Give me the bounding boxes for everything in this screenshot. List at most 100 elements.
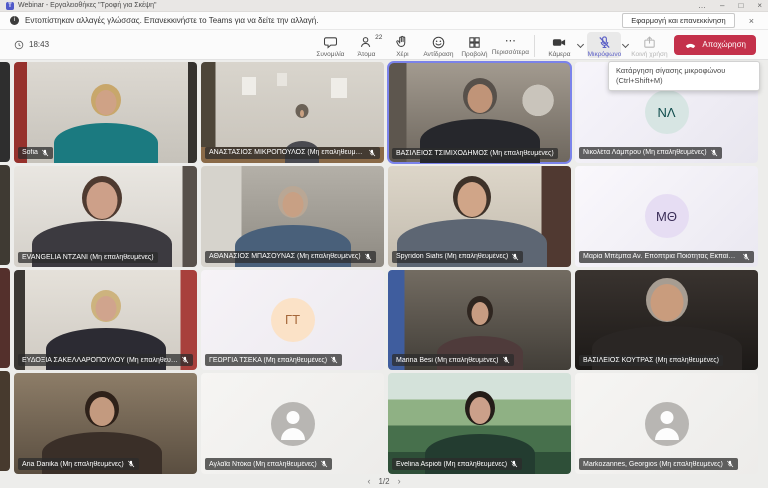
avatar: ΜΘ: [645, 194, 689, 238]
avatar-tile-mpempa[interactable]: ΜΘ Μαρία Μπέμπα Αν. Επόπτρια Ποιότητας Ε…: [575, 166, 758, 267]
video-tile-mikropoulos[interactable]: ΑΝΑΣΤΑΣΙΟΣ ΜΙΚΡΟΠΟΥΛΟΣ (Μη επαληθευμένες…: [201, 62, 384, 163]
participant-name: Evelina Aspioti (Μη επαληθευμένες): [396, 461, 507, 468]
participant-name-pill: Νικολέτα Λάμπρου (Μη επαληθευμένες): [579, 147, 722, 159]
participant-name: Αγλαΐα Ντόκα (Μη επαληθευμένες): [209, 461, 317, 468]
video-tile-ntzani[interactable]: EVANGELIA NTZANI (Μη επαληθευμένες): [14, 166, 197, 267]
more-label: Περισσότερα: [492, 49, 529, 56]
window-more-button[interactable]: …: [698, 2, 706, 10]
video-tile-koutras[interactable]: ΒΑΣΙΛΕΙΟΣ ΚΟΥΤΡΑΣ (Μη επαληθευμένες): [575, 270, 758, 371]
participant-name: ΕΥΔΟΞΙΑ ΣΑΚΕΛΛΑΡΟΠΟΥΛΟΥ (Μη επαληθευμένε…: [22, 357, 178, 364]
share-label: Κοινή χρήση: [631, 51, 667, 58]
page-indicator: 1/2: [378, 477, 389, 486]
mic-muted-icon: [511, 253, 519, 261]
participant-name-pill: Markozannes, Georgios (Μη επαληθευμένες): [579, 458, 738, 470]
participant-name: ΑΝΑΣΤΑΣΙΟΣ ΜΙΚΡΟΠΟΥΛΟΣ (Μη επαληθευμένες…: [209, 149, 365, 156]
avatar-initials: ΜΘ: [656, 209, 677, 224]
more-button[interactable]: ⋯ Περισσότερα: [493, 32, 527, 56]
chat-icon: [323, 35, 338, 50]
meeting-timer: 18:43: [14, 40, 49, 50]
participant-name-pill: ΒΑΣΙΛΕΙΟΣ ΚΟΥΤΡΑΣ (Μη επαληθευμένες): [579, 355, 723, 366]
info-icon: i: [10, 16, 19, 25]
react-label: Αντίδραση: [423, 51, 453, 58]
mic-muted-icon: [181, 356, 189, 364]
avatar-tile-markozannes[interactable]: Markozannes, Georgios (Μη επαληθευμένες): [575, 373, 758, 474]
mic-muted-icon: [364, 253, 372, 261]
participant-name-pill: Μαρία Μπέμπα Αν. Επόπτρια Ποιότητας Εκπα…: [579, 251, 754, 263]
titlebar: T Webinar - Εργαλειοθήκες "Τροφή για Σκέ…: [0, 0, 768, 12]
video-tile-tsimichodimos-active-speaker[interactable]: ΒΑΣΙΛΕΙΟΣ ΤΣΙΜΙΧΟΔΗΜΟΣ (Μη επαληθευμένες…: [388, 62, 571, 163]
view-button[interactable]: Προβολή: [457, 32, 491, 58]
avatar-tile-ntoka[interactable]: Αγλαΐα Ντόκα (Μη επαληθευμένες): [201, 373, 384, 474]
mic-muted-icon: [368, 149, 376, 157]
meeting-toolbar: 18:43 Συνομιλία 22 Άτομα: [0, 30, 768, 60]
participant-name: ΓΕΩΡΓΙΑ ΤΣΕΚΑ (Μη επαληθευμένες): [209, 357, 327, 364]
participant-name: Spyridon Siafis (Μη επαληθευμένες): [396, 253, 508, 260]
participant-name: Markozannes, Georgios (Μη επαληθευμένες): [583, 461, 723, 468]
clock-icon: [14, 40, 24, 50]
avatar: ΝΛ: [645, 90, 689, 134]
apply-and-restart-button[interactable]: Εφαρμογή και επανεκκίνηση: [622, 13, 734, 28]
mic-muted-icon: [330, 356, 338, 364]
more-ellipsis-icon: ⋯: [505, 35, 516, 48]
video-tile-mpasounas[interactable]: ΑΘΑΝΑΣΙΟΣ ΜΠΑΣΟΥΝΑΣ (Μη επαληθευμένες): [201, 166, 384, 267]
participant-name: ΒΑΣΙΛΕΙΟΣ ΤΣΙΜΙΧΟΔΗΜΟΣ (Μη επαληθευμένες…: [396, 150, 554, 157]
video-tile-siafis[interactable]: Spyridon Siafis (Μη επαληθευμένες): [388, 166, 571, 267]
avatar: ΓΤ: [271, 298, 315, 342]
participant-name-pill: Αγλαΐα Ντόκα (Μη επαληθευμένες): [205, 458, 332, 470]
video-tile-besi[interactable]: Marina Besi (Μη επαληθευμένες): [388, 270, 571, 371]
minimize-button[interactable]: –: [720, 2, 724, 10]
people-button[interactable]: 22 Άτομα: [349, 32, 383, 58]
participant-name: Marina Besi (Μη επαληθευμένες): [396, 357, 499, 364]
participant-name-pill: Spyridon Siafis (Μη επαληθευμένες): [392, 251, 523, 263]
mic-label: Μικρόφωνο: [588, 51, 622, 58]
avatar-initials: ΝΛ: [657, 105, 675, 120]
share-icon: [642, 35, 657, 50]
view-grid-icon: [467, 35, 482, 50]
participant-name: ΑΘΑΝΑΣΙΟΣ ΜΠΑΣΟΥΝΑΣ (Μη επαληθευμένες): [209, 253, 361, 260]
participant-name-pill: Evelina Aspioti (Μη επαληθευμένες): [392, 458, 522, 470]
camera-label: Κάμερα: [548, 51, 570, 58]
teams-logo-icon: T: [6, 2, 14, 10]
mic-muted-icon: [127, 460, 135, 468]
meeting-time: 18:43: [29, 40, 49, 49]
video-tile-sofia[interactable]: Sofia: [14, 62, 197, 163]
react-button[interactable]: Αντίδραση: [421, 32, 455, 58]
leave-button[interactable]: Αποχώρηση: [674, 35, 756, 55]
video-tile-sakellaropoulou[interactable]: ΕΥΔΟΞΙΑ ΣΑΚΕΛΛΑΡΟΠΟΥΛΟΥ (Μη επαληθευμένε…: [14, 270, 197, 371]
mic-muted-icon: [41, 149, 49, 157]
participant-name-pill: ΑΝΑΣΤΑΣΙΟΣ ΜΙΚΡΟΠΟΥΛΟΣ (Μη επαληθευμένες…: [205, 147, 380, 159]
toolbar-buttons: Συνομιλία 22 Άτομα Χέρι: [313, 32, 760, 58]
offscreen-tile-sliver: [0, 268, 10, 368]
mic-chevron-down-icon[interactable]: [622, 40, 629, 47]
people-label: Άτομα: [357, 51, 375, 58]
tooltip-line1: Κατάργηση σίγασης μικροφώνου: [616, 66, 752, 76]
view-label: Προβολή: [461, 51, 487, 58]
react-smiley-icon: [431, 35, 446, 50]
participant-name-pill: ΓΕΩΡΓΙΑ ΤΣΕΚΑ (Μη επαληθευμένες): [205, 354, 342, 366]
page-next-icon[interactable]: ›: [398, 476, 401, 486]
raise-hand-button[interactable]: Χέρι: [385, 32, 419, 58]
camera-button[interactable]: Κάμερα: [542, 32, 576, 58]
chat-button[interactable]: Συνομιλία: [313, 32, 347, 58]
page-prev-icon[interactable]: ‹: [367, 476, 370, 486]
leave-label: Αποχώρηση: [702, 40, 746, 49]
video-tile-aspioti[interactable]: Evelina Aspioti (Μη επαληθευμένες): [388, 373, 571, 474]
close-button[interactable]: ×: [757, 2, 762, 10]
maximize-button[interactable]: □: [738, 2, 743, 10]
video-tile-danika[interactable]: Aria Danika (Μη επαληθευμένες): [14, 373, 197, 474]
participant-name-pill: EVANGELIA NTZANI (Μη επαληθευμένες): [18, 252, 158, 263]
participant-name: Νικολέτα Λάμπρου (Μη επαληθευμένες): [583, 149, 707, 156]
toolbar-divider: [534, 35, 535, 57]
avatar-tile-tseka[interactable]: ΓΤ ΓΕΩΡΓΙΑ ΤΣΕΚΑ (Μη επαληθευμένες): [201, 270, 384, 371]
participant-name: ΒΑΣΙΛΕΙΟΣ ΚΟΥΤΡΑΣ (Μη επαληθευμένες): [583, 357, 719, 364]
camera-chevron-down-icon[interactable]: [577, 40, 584, 47]
offscreen-tile-sliver: [0, 62, 10, 162]
notification-close-icon[interactable]: ×: [741, 16, 758, 26]
mic-button[interactable]: Μικρόφωνο: [587, 32, 621, 58]
share-button: Κοινή χρήση: [632, 32, 666, 58]
mic-muted-icon: [510, 460, 518, 468]
participant-name-pill: ΒΑΣΙΛΕΙΟΣ ΤΣΙΜΙΧΟΔΗΜΟΣ (Μη επαληθευμένες…: [392, 148, 558, 159]
participant-name: Μαρία Μπέμπα Αν. Επόπτρια Ποιότητας Εκπα…: [583, 253, 739, 260]
video-gallery: Sofia ΑΝΑΣΤΑΣΙΟΣ ΜΙΚΡΟΠΟΥΛΟΣ (Μη επαληθε…: [0, 60, 768, 474]
window-controls: … – □ ×: [698, 2, 762, 10]
